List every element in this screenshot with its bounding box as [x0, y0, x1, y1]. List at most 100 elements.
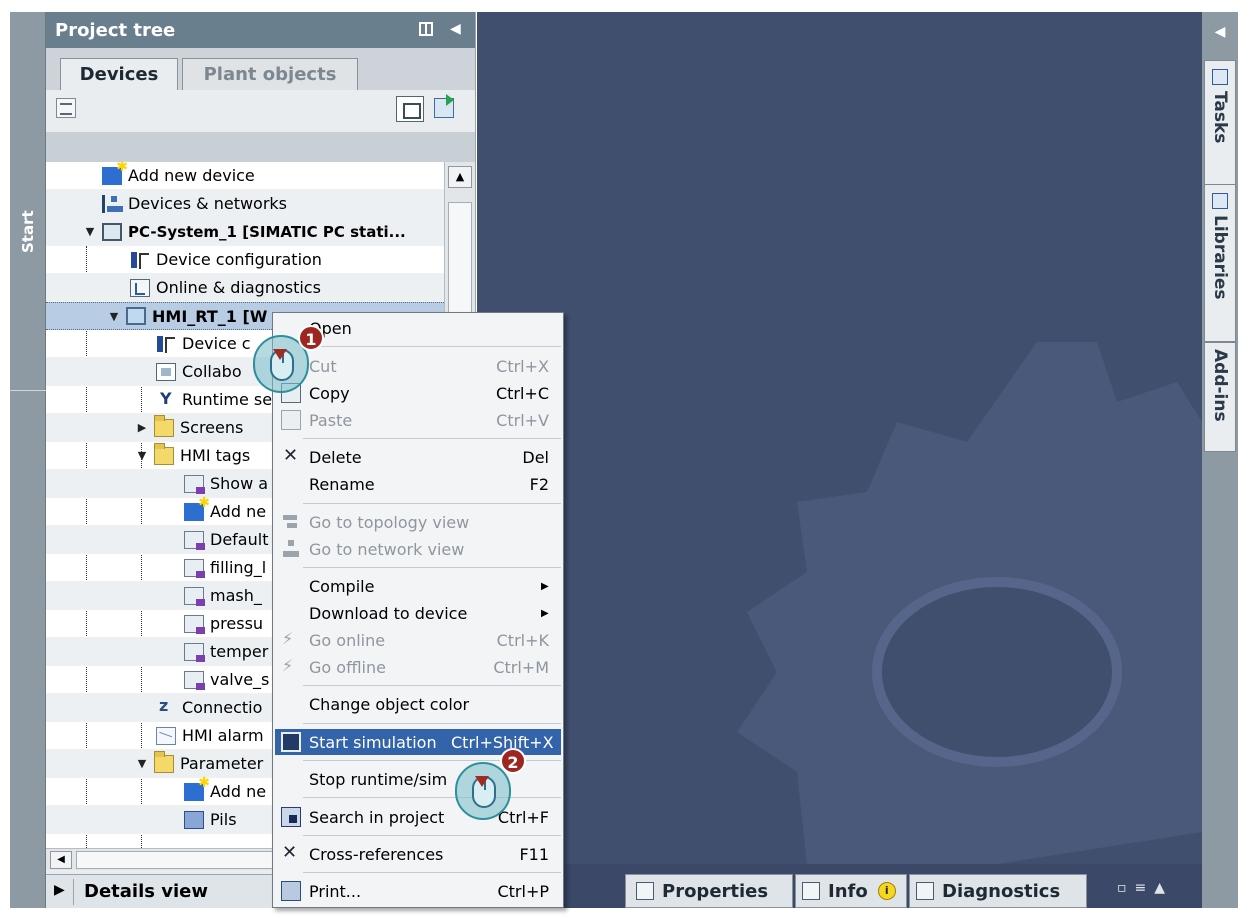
tab-properties[interactable]: Properties	[625, 874, 793, 908]
tab-plant-objects[interactable]: Plant objects	[182, 58, 358, 90]
menu-separator	[303, 835, 561, 836]
menu-item-shortcut: F2	[529, 474, 549, 494]
tree-item-label: Device c	[182, 334, 251, 353]
tab-tasks[interactable]: Tasks	[1204, 60, 1236, 186]
project-tree-title: Project tree	[55, 20, 176, 41]
paste-icon	[281, 410, 301, 430]
menu-item-label: Search in project	[309, 807, 445, 827]
tree-item-label: Parameter	[180, 754, 264, 773]
tree-item-label: HMI_RT_1 [W	[152, 306, 268, 326]
color-icon	[281, 694, 301, 714]
menu-item-shortcut: Ctrl+M	[493, 657, 549, 677]
pils-icon	[184, 810, 204, 829]
tree-item-label: Add new device	[128, 166, 255, 185]
tab-devices[interactable]: Devices	[60, 58, 178, 90]
tab-info[interactable]: Info i	[795, 874, 907, 908]
tree-item-online-diagnostics[interactable]: Online & diagnostics	[46, 274, 444, 302]
folder-icon	[154, 414, 174, 437]
context-menu: Open Cut Ctrl+X Copy Ctrl+C Paste Ctrl+V…	[272, 312, 564, 908]
tree-item-label: Device configuration	[156, 250, 322, 269]
menu-item-label: Print...	[309, 881, 362, 901]
device-config-icon	[130, 251, 150, 269]
tree-item-label: mash_	[210, 586, 262, 605]
menu-item-cross-references[interactable]: Cross-references F11	[275, 841, 561, 867]
menu-item-compile[interactable]: Compile ▶	[275, 573, 561, 599]
show-overview-icon[interactable]	[56, 98, 76, 118]
menu-item-shortcut: Ctrl+P	[497, 881, 549, 901]
pin-panel-icon[interactable]	[419, 22, 433, 36]
menu-item-label: Cut	[309, 356, 337, 376]
tab-diagnostics[interactable]: Diagnostics	[909, 874, 1087, 908]
menu-item-print[interactable]: Print... Ctrl+P	[275, 878, 561, 904]
table-view-icon[interactable]	[396, 96, 424, 122]
menu-item-copy[interactable]: Copy Ctrl+C	[275, 380, 561, 406]
chevron-right-icon[interactable]: ▶	[54, 882, 65, 898]
inspector-bar: Properties Info i Diagnostics ▫≡▲	[477, 864, 1202, 908]
menu-item-label: Compile	[309, 576, 375, 596]
tree-item-label: filling_l	[210, 558, 267, 577]
tree-item-label: Collabo	[182, 362, 242, 381]
menu-separator	[303, 723, 561, 724]
scroll-left-icon[interactable]: ◀	[50, 851, 72, 869]
menu-item-go-online[interactable]: Go online Ctrl+K	[275, 627, 561, 653]
menu-item-label: Change object color	[309, 694, 470, 714]
menu-item-cut[interactable]: Cut Ctrl+X	[275, 353, 561, 379]
menu-item-shortcut: Ctrl+C	[495, 383, 549, 403]
collapse-left-icon[interactable]: ◀	[450, 21, 461, 37]
scroll-up-icon[interactable]: ▲	[448, 166, 472, 188]
tree-item-add-new-device[interactable]: Add new device	[46, 162, 444, 190]
start-portal-strip[interactable]: Start	[10, 12, 46, 908]
pointer-arrow-icon	[475, 776, 489, 787]
menu-item-go-offline[interactable]: Go offline Ctrl+M	[275, 654, 561, 680]
menu-item-shortcut: F11	[519, 844, 549, 864]
expand-arrow-icon[interactable]: ▼	[84, 225, 96, 238]
search-icon	[281, 807, 301, 827]
menu-item-search-in-project[interactable]: Search in project Ctrl+F	[275, 804, 561, 830]
tab-add-ins[interactable]: Add-ins	[1204, 342, 1236, 452]
expand-arrow-icon[interactable]: ▼	[136, 449, 148, 462]
menu-item-download-to-device[interactable]: Download to device ▶	[275, 600, 561, 626]
step-badge: 1	[298, 325, 324, 351]
expand-arrow-icon[interactable]: ▼	[108, 310, 120, 323]
start-label[interactable]: Start	[12, 202, 44, 262]
menu-item-go-to-network-view[interactable]: Go to network view	[275, 536, 561, 562]
details-view-label: Details view	[84, 881, 208, 902]
expand-arrow-icon[interactable]: ▼	[136, 757, 148, 770]
menu-item-label: Rename	[309, 474, 375, 494]
collapsed-arrow-icon[interactable]: ▶	[136, 421, 148, 434]
tab-libraries[interactable]: Libraries	[1204, 184, 1236, 342]
window-controls-icon[interactable]: ▫≡▲	[1117, 880, 1173, 896]
menu-item-label: Start simulation	[309, 732, 437, 752]
connections-icon	[156, 696, 176, 717]
stop-icon	[281, 769, 301, 789]
menu-item-delete[interactable]: Delete Del	[275, 444, 561, 470]
menu-separator	[303, 797, 561, 798]
menu-item-rename[interactable]: Rename F2	[275, 471, 561, 497]
add-icon	[184, 775, 210, 801]
pc-system-icon	[102, 222, 122, 241]
export-icon[interactable]	[434, 98, 454, 118]
project-tree-tabs: Devices Plant objects	[46, 48, 475, 90]
menu-item-shortcut: Ctrl+X	[496, 356, 549, 376]
menu-item-label: Download to device	[309, 603, 468, 623]
tree-item-label: Runtime se	[182, 390, 273, 409]
go-online-icon	[281, 629, 301, 650]
collapse-left-icon[interactable]: ◀	[1202, 12, 1238, 52]
menu-item-paste[interactable]: Paste Ctrl+V	[275, 407, 561, 433]
menu-item-change-object-color[interactable]: Change object color	[275, 691, 561, 717]
go-offline-icon	[281, 656, 301, 677]
properties-icon	[636, 882, 654, 900]
menu-separator	[303, 567, 561, 568]
menu-item-go-to-topology-view[interactable]: Go to topology view	[275, 509, 561, 535]
tree-item-pc-system[interactable]: ▼ PC-System_1 [SIMATIC PC stati...	[46, 218, 444, 246]
menu-item-label: Go to topology view	[309, 512, 470, 532]
cross-references-icon	[281, 842, 301, 864]
step-badge: 2	[500, 748, 526, 774]
work-area	[477, 12, 1202, 864]
tree-item-label: valve_s	[210, 670, 270, 689]
tree-item-devices-networks[interactable]: Devices & networks	[46, 190, 444, 218]
project-tree-header: Project tree ◀	[46, 12, 475, 48]
tree-item-device-configuration[interactable]: Device configuration	[46, 246, 444, 274]
tree-item-label: Add ne	[210, 782, 267, 801]
info-icon	[802, 882, 820, 900]
